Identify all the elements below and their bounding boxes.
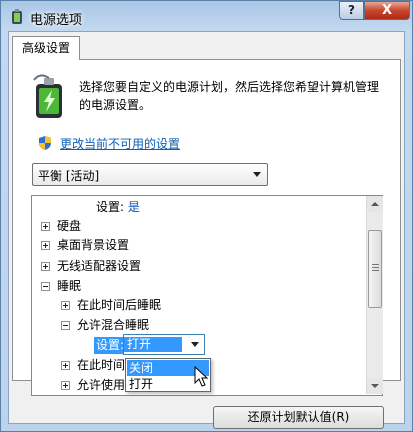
power-plan-dropdown[interactable]: 平衡 [活动] (32, 163, 268, 186)
collapse-icon[interactable] (61, 321, 70, 330)
tree-top-setting: 设置: 是 (96, 198, 140, 216)
help-button[interactable]: ? (339, 1, 364, 20)
tree-top-setting-label: 设置: (96, 200, 125, 214)
tree-scrollbar[interactable] (366, 196, 383, 394)
window-title: 电源选项 (30, 13, 83, 28)
tree-item-hibernate-after[interactable]: 在此时间 (77, 356, 125, 374)
expand-icon[interactable] (41, 262, 50, 271)
title-bar[interactable]: 电源选项 ? X (1, 1, 413, 33)
power-plan-icon (33, 74, 62, 118)
chevron-down-icon (191, 342, 199, 347)
tree-item-sleep-after[interactable]: 在此时间后睡眠 (77, 296, 161, 314)
scroll-grip (372, 264, 379, 265)
description-line-2: 的电源设置。 (79, 98, 152, 112)
collapse-icon[interactable] (41, 282, 50, 291)
expand-icon[interactable] (61, 381, 70, 390)
shield-icon (39, 136, 51, 150)
close-icon: X (381, 3, 393, 18)
tree-item-sleep[interactable]: 睡眠 (57, 277, 81, 295)
hybrid-sleep-combo[interactable]: 打开 (123, 334, 205, 355)
description-text: 选择您要自定义的电源计划，然后选择您希望计算机管理 的电源设置。 (79, 78, 379, 114)
tree-item-harddisk[interactable]: 硬盘 (57, 217, 81, 235)
tree-top-setting-value[interactable]: 是 (128, 200, 140, 214)
help-icon: ? (348, 3, 355, 17)
expand-icon[interactable] (61, 301, 70, 310)
scroll-grip (372, 267, 379, 268)
change-unavailable-settings-link[interactable]: 更改当前不可用的设置 (60, 135, 180, 152)
tab-advanced-settings[interactable]: 高级设置 (12, 36, 80, 60)
tree-item-allow-wake[interactable]: 允许使用 (77, 376, 125, 394)
expand-icon[interactable] (41, 222, 50, 231)
tree-item-hybrid-sleep[interactable]: 允许混合睡眠 (77, 316, 149, 334)
scroll-thumb[interactable] (368, 230, 382, 308)
restore-plan-defaults-button[interactable]: 还原计划默认值(R) (213, 406, 384, 429)
power-plan-dropdown-value: 平衡 [活动] (38, 169, 100, 183)
scroll-down-button[interactable] (367, 378, 383, 394)
power-options-app-icon (12, 9, 22, 24)
mouse-cursor-icon (194, 366, 209, 387)
expand-icon[interactable] (41, 241, 50, 250)
scroll-up-button[interactable] (367, 196, 383, 212)
expand-icon[interactable] (61, 361, 70, 370)
description-line-1: 选择您要自定义的电源计划，然后选择您希望计算机管理 (79, 80, 380, 94)
hybrid-sleep-combo-value: 打开 (124, 337, 182, 352)
hybrid-setting-label: 设置: (94, 337, 125, 354)
close-button[interactable]: X (364, 1, 410, 20)
tree-item-wireless-adapter[interactable]: 无线适配器设置 (57, 257, 141, 275)
tree-item-desktop-background[interactable]: 桌面背景设置 (57, 236, 129, 254)
scroll-grip (372, 270, 379, 271)
chevron-down-icon (253, 172, 261, 177)
